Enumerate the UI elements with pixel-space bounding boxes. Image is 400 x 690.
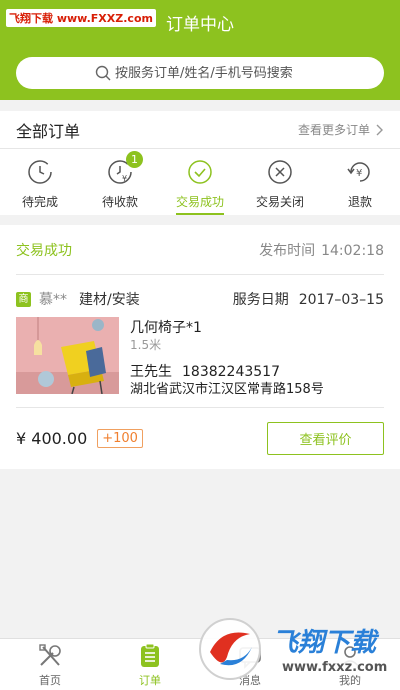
watermark-url: www.fxxz.com — [282, 660, 388, 675]
product-thumbnail[interactable] — [16, 317, 119, 394]
tab-awaiting-payment[interactable]: ¥ 1 待收款 — [80, 149, 160, 215]
view-more-label: 查看更多订单 — [297, 123, 370, 137]
search-input[interactable] — [115, 65, 305, 81]
pending-count-badge: 1 — [126, 151, 143, 168]
tab-closed[interactable]: 交易关闭 — [240, 149, 320, 215]
service-category: 建材/安装 — [79, 292, 140, 308]
order-status-tabs: 待完成 ¥ 1 待收款 交易成功 交易关闭 ¥ 退款 — [0, 149, 400, 215]
clock-icon — [28, 160, 52, 184]
customer-name: 慕** — [39, 292, 67, 308]
nav-label: 首页 — [39, 674, 61, 687]
view-review-button[interactable]: 查看评价 — [267, 422, 384, 455]
tab-pending[interactable]: 待完成 — [0, 149, 80, 215]
chair-image-icon — [16, 317, 119, 394]
tab-completed[interactable]: 交易成功 — [160, 149, 240, 215]
service-date-label: 服务日期 — [232, 292, 289, 308]
search-bar[interactable] — [16, 57, 384, 89]
all-orders-title: 全部订单 — [16, 121, 81, 141]
chevron-right-icon — [376, 124, 383, 135]
svg-text:¥: ¥ — [356, 168, 362, 179]
page-title: 订单中心 — [166, 15, 234, 35]
watermark-title: 飞翔下载 — [272, 628, 377, 658]
points-badge: +100 — [97, 429, 143, 448]
order-price: ¥ 400.00 — [16, 429, 88, 448]
order-status: 交易成功 — [16, 242, 72, 259]
nav-home[interactable]: 首页 — [0, 639, 100, 690]
tab-label: 待完成 — [21, 195, 58, 209]
tab-label: 交易关闭 — [255, 195, 304, 209]
publish-time: 发布时间 14:02:18 — [259, 240, 384, 260]
header: 飞翔下载 www.FXXZ.com 订单中心 — [0, 0, 400, 100]
order-card-header: 交易成功 发布时间 14:02:18 — [16, 225, 384, 275]
nav-label: 订单 — [139, 674, 161, 687]
order-info-row: 商 慕** 建材/安装 服务日期 2017–03–15 — [16, 289, 384, 309]
order-card[interactable]: 交易成功 发布时间 14:02:18 商 慕** 建材/安装 服务日期 2017–0… — [0, 225, 400, 469]
publish-time-value: 14:02:18 — [321, 242, 384, 259]
x-circle-icon — [268, 160, 292, 184]
contact-address: 湖北省武汉市江汉区常青路158号 — [130, 382, 324, 397]
shop-badge-icon: 商 — [16, 291, 31, 307]
tab-refund[interactable]: ¥ 退款 — [320, 149, 400, 215]
watermark-logo: 飞翔下载 www.fxxz.com — [192, 612, 397, 686]
tab-label: 待收款 — [101, 195, 138, 209]
publish-time-label: 发布时间 — [259, 242, 316, 259]
service-date-value: 2017–03–15 — [298, 292, 384, 308]
view-more-orders-link[interactable]: 查看更多订单 — [298, 121, 384, 138]
tools-icon — [39, 644, 61, 666]
service-date: 服务日期 2017–03–15 — [233, 289, 384, 309]
svg-text:¥: ¥ — [122, 174, 127, 183]
order-card-footer: ¥ 400.00 +100 查看评价 — [16, 407, 384, 469]
tab-label: 退款 — [347, 195, 372, 209]
search-icon — [95, 65, 111, 81]
clipboard-icon — [141, 643, 159, 667]
orders-panel-header: 全部订单 查看更多订单 — [0, 111, 400, 149]
nav-orders[interactable]: 订单 — [100, 639, 200, 690]
orders-panel: 全部订单 查看更多订单 待完成 ¥ 1 待收款 交易成功 交易关闭 ¥ 退款 — [0, 111, 400, 215]
product-spec: 1.5米 — [130, 338, 162, 352]
check-circle-icon — [188, 160, 212, 184]
refund-icon: ¥ — [347, 162, 370, 182]
tab-label: 交易成功 — [175, 193, 224, 215]
watermark-swirl-icon — [199, 618, 261, 680]
product-name: 几何椅子*1 — [130, 320, 202, 336]
